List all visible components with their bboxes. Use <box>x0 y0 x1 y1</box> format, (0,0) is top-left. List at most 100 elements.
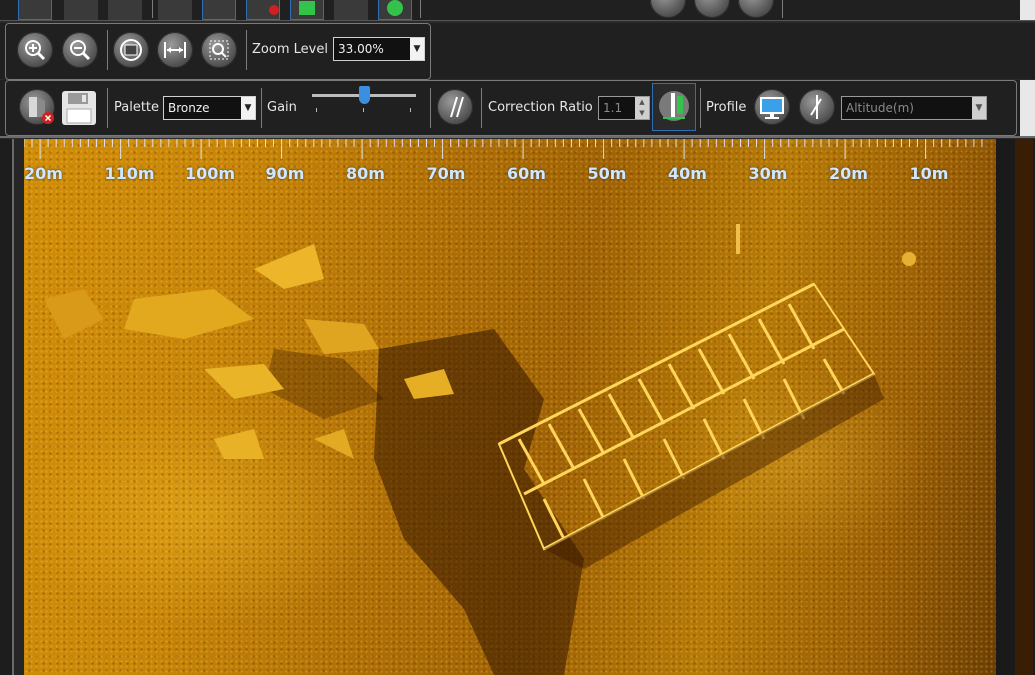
nav-button-2[interactable] <box>694 0 730 18</box>
zoom-region-button[interactable] <box>201 32 237 68</box>
record-button[interactable] <box>378 0 412 20</box>
spin-arrows-icon[interactable]: ▲ ▼ <box>635 97 649 119</box>
scale-label: 50m <box>587 164 627 183</box>
palette-combo[interactable]: Bronze ▼ <box>163 96 256 120</box>
toolbar-scrollbar[interactable] <box>1020 80 1035 136</box>
top-toolbar <box>0 0 1035 21</box>
slider-tick <box>363 108 364 112</box>
scale-label: 80m <box>346 164 385 183</box>
separator <box>420 0 421 18</box>
rock <box>214 429 264 459</box>
scale-label: 70m <box>426 164 466 183</box>
add-mark-button[interactable] <box>202 0 236 20</box>
correction-ratio-spinbox[interactable]: 1.1 ▲ ▼ <box>598 96 650 120</box>
rock-shadow <box>264 349 384 419</box>
rock <box>254 244 324 289</box>
toolbar-button-4[interactable] <box>158 0 192 20</box>
main-toolbar: Palette Bronze ▼ Gain Correction Ratio 1… <box>0 80 1035 138</box>
zoom-in-button[interactable] <box>17 32 53 68</box>
left-channel-border <box>0 139 24 675</box>
rock <box>314 429 354 459</box>
separator <box>107 88 108 128</box>
profile-display-button[interactable] <box>754 89 790 125</box>
scale-label: 30m <box>748 164 788 183</box>
remove-mark-button[interactable] <box>246 0 280 20</box>
sonar-file-icon <box>29 97 54 124</box>
scale-label: 110m <box>104 164 155 183</box>
gain-label: Gain <box>267 100 297 115</box>
slant-correction-button[interactable] <box>437 89 473 125</box>
fit-width-icon <box>164 42 186 58</box>
palette-value: Bronze <box>168 101 210 115</box>
zoom-level-value: 33.00% <box>338 42 384 56</box>
chevron-down-icon[interactable]: ▼ <box>410 38 424 60</box>
rock <box>124 289 254 339</box>
toolbar-button-1[interactable] <box>18 0 52 20</box>
correction-ratio-label: Correction Ratio <box>488 100 593 115</box>
palette-label: Palette <box>114 100 160 115</box>
rock <box>44 289 104 339</box>
save-button[interactable] <box>60 89 98 127</box>
sonar-image[interactable] <box>24 139 996 675</box>
zoom-level-combo[interactable]: 33.00% ▼ <box>333 37 425 61</box>
toolbar-button-2[interactable] <box>64 0 98 20</box>
separator <box>107 30 108 70</box>
altitude-combo[interactable]: Altitude(m) ▼ <box>841 96 987 120</box>
separator <box>782 0 783 18</box>
scale-label: 100m <box>185 164 236 183</box>
altitude-placeholder: Altitude(m) <box>846 101 914 115</box>
separator <box>152 0 153 18</box>
altitude-profile-icon <box>810 95 822 119</box>
bottom-track-icon <box>659 91 689 121</box>
zoom-level-label: Zoom Level <box>252 42 328 57</box>
profile-altitude-button[interactable] <box>799 89 835 125</box>
close-badge-icon <box>269 5 279 15</box>
sonar-view: 20m 110m 100m 90m 80m 70m 60m 50m 40m 30m 20m 10m <box>0 139 1035 675</box>
right-channel-border <box>1015 139 1035 675</box>
export-button[interactable] <box>290 0 324 20</box>
profile-label: Profile <box>706 100 747 115</box>
green-square-icon <box>299 1 315 15</box>
scale-label: 40m <box>668 164 707 183</box>
separator <box>481 88 482 128</box>
slant-range-icon <box>450 96 464 118</box>
debris <box>902 252 916 266</box>
scale-label: 20m <box>829 164 868 183</box>
slider-tick <box>410 108 411 112</box>
nav-button-1[interactable] <box>650 0 686 18</box>
nav-button-3[interactable] <box>738 0 774 18</box>
green-circle-icon <box>387 0 403 16</box>
zoom-one-to-one-icon <box>120 39 142 61</box>
save-icon <box>62 91 96 125</box>
zoom-out-button[interactable] <box>62 32 98 68</box>
toolbar-button-8[interactable] <box>334 0 368 20</box>
monitor-icon <box>760 97 784 119</box>
fit-width-button[interactable] <box>157 32 193 68</box>
wreck-shadow <box>544 374 884 569</box>
scale-label: 10m <box>909 164 949 183</box>
chevron-down-icon[interactable]: ▼ <box>241 97 255 119</box>
slider-tick <box>316 108 317 112</box>
zoom-toolbar: Zoom Level 33.00% ▼ <box>0 23 1035 80</box>
toolbar-button-3[interactable] <box>108 0 142 20</box>
separator <box>261 88 262 128</box>
close-file-button[interactable] <box>19 89 55 125</box>
correction-ratio-value: 1.1 <box>603 101 623 115</box>
zoom-region-icon <box>209 40 229 60</box>
zoom-out-icon <box>70 40 91 61</box>
top-toolbar-scrollbar[interactable] <box>1020 0 1035 20</box>
separator <box>246 30 247 70</box>
separator <box>700 88 701 128</box>
seafloor-features <box>44 224 916 675</box>
scale-label: 90m <box>265 164 305 183</box>
gain-slider[interactable] <box>310 84 420 118</box>
separator <box>430 88 431 128</box>
debris <box>736 224 740 254</box>
bottom-track-button[interactable] <box>652 83 696 131</box>
gain-slider-thumb[interactable] <box>358 86 370 104</box>
range-scale-labels: 20m 110m 100m 90m 80m 70m 60m 50m 40m 30m 20m 10m <box>0 139 1035 189</box>
zoom-actual-size-button[interactable] <box>113 32 149 68</box>
scale-label: 20m <box>24 164 63 183</box>
chevron-down-icon[interactable]: ▼ <box>972 97 986 119</box>
rock <box>304 319 379 354</box>
